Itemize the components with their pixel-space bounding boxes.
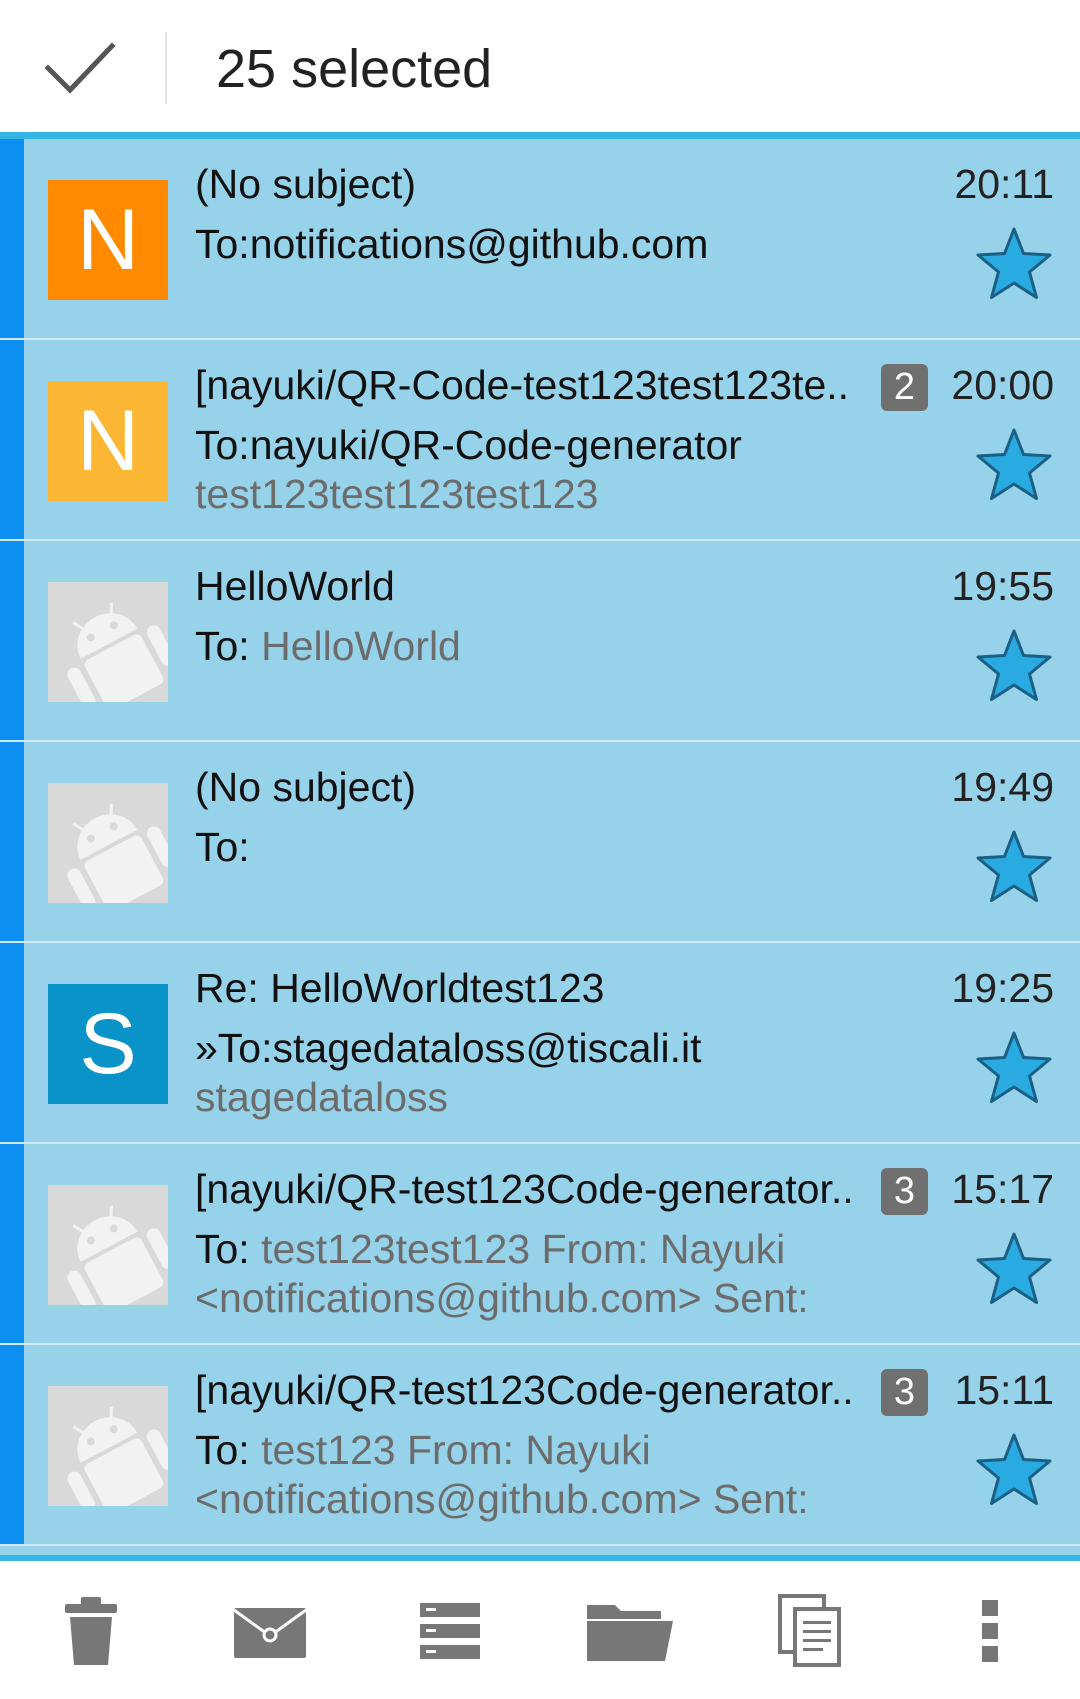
message-time: 15:11 <box>954 1367 1054 1413</box>
message-row[interactable]: (No subject) To: 19:49 <box>0 742 1080 943</box>
message-row[interactable]: [nayuki/QR-test123Code-generator.. To: te… <box>0 1345 1080 1546</box>
star-icon[interactable] <box>974 828 1054 904</box>
action-bar: 25 selected <box>0 0 1080 135</box>
message-recipient: To:notifications@github.com <box>195 219 708 269</box>
recipient-value: stagedataloss@tiscali.it <box>272 1025 702 1071</box>
recipient-label: To: <box>195 623 262 669</box>
message-preview: <notifications@github.com> Sent: <box>195 1275 809 1321</box>
sender-avatar[interactable]: N <box>48 180 168 300</box>
done-button[interactable] <box>30 26 130 110</box>
message-subject: (No subject) <box>195 764 417 810</box>
overflow-menu-icon <box>982 1600 998 1662</box>
message-subject: Re: HelloWorldtest123 <box>195 965 605 1011</box>
thread-count-badge: 3 <box>881 1168 928 1215</box>
sender-avatar[interactable] <box>48 783 168 903</box>
action-bar-divider <box>165 32 167 104</box>
message-recipient: To:nayuki/QR-Code-generator <box>195 420 742 470</box>
message-row[interactable]: N [nayuki/QR-Code-test123test123te.. To:na… <box>0 340 1080 541</box>
recipient-label: To: <box>195 221 250 267</box>
copy-button[interactable] <box>755 1583 865 1679</box>
message-preview: stagedataloss <box>195 1074 449 1120</box>
message-row[interactable]: HelloWorld To: HelloWorld 19:55 <box>0 541 1080 742</box>
star-icon[interactable] <box>974 225 1054 301</box>
thread-count-badge: 3 <box>881 1369 928 1416</box>
selection-indicator <box>0 340 24 539</box>
sender-avatar[interactable] <box>48 582 168 702</box>
sender-avatar[interactable]: S <box>48 984 168 1104</box>
move-to-folder-button[interactable] <box>575 1583 685 1679</box>
message-subject: (No subject) <box>195 161 417 207</box>
recipient-label: To: <box>195 824 250 870</box>
default-avatar-icon <box>48 1386 168 1506</box>
overflow-menu-button[interactable] <box>935 1583 1045 1679</box>
message-subject: [nayuki/QR-test123Code-generator.. <box>195 1166 854 1212</box>
message-time: 15:17 <box>951 1166 1054 1212</box>
list-icon <box>420 1603 480 1659</box>
avatar-letter: S <box>79 996 137 1092</box>
recipient-value: test123 From: Nayuki <box>261 1427 651 1473</box>
star-icon[interactable] <box>974 426 1054 502</box>
message-time: 20:11 <box>954 161 1054 207</box>
selection-indicator <box>0 742 24 941</box>
star-icon[interactable] <box>974 627 1054 703</box>
copy-icon <box>778 1594 841 1667</box>
message-time: 20:00 <box>951 362 1054 408</box>
message-row[interactable]: [nayuki/QR-test123Code-generator.. To: te… <box>0 1144 1080 1345</box>
message-subject: [nayuki/QR-Code-test123test123te.. <box>195 362 850 408</box>
message-row[interactable]: S Re: HelloWorldtest123 »To:stagedataloss@… <box>0 943 1080 1144</box>
message-recipient: To: test123 From: Nayuki <box>195 1425 651 1475</box>
message-time: 19:25 <box>951 965 1054 1011</box>
recipient-label: »To: <box>195 1025 273 1071</box>
message-time: 19:49 <box>951 764 1054 810</box>
message-subject: HelloWorld <box>195 563 395 609</box>
folder-icon <box>587 1605 673 1661</box>
star-icon[interactable] <box>974 1230 1054 1306</box>
mark-read-button[interactable] <box>215 1583 325 1679</box>
avatar-letter: N <box>76 192 140 288</box>
recipient-value: test123test123 From: Nayuki <box>261 1226 786 1272</box>
move-to-list-button[interactable] <box>395 1583 505 1679</box>
recipient-label: To: <box>195 1226 262 1272</box>
star-icon[interactable] <box>974 1431 1054 1507</box>
action-bar-accent-line <box>0 132 1080 139</box>
message-time: 19:55 <box>951 563 1054 609</box>
default-avatar-icon <box>48 783 168 903</box>
message-recipient: »To:stagedataloss@tiscali.it <box>195 1023 702 1073</box>
sender-avatar[interactable] <box>48 1386 168 1506</box>
recipient-value: nayuki/QR-Code-generator <box>249 422 742 468</box>
envelope-icon <box>233 1608 307 1658</box>
star-icon[interactable] <box>974 1029 1054 1105</box>
selection-indicator <box>0 1144 24 1343</box>
recipient-value: notifications@github.com <box>249 221 709 267</box>
message-recipient: To: test123test123 From: Nayuki <box>195 1224 785 1274</box>
selection-indicator <box>0 1345 24 1544</box>
default-avatar-icon <box>48 582 168 702</box>
message-preview: <notifications@github.com> Sent: <box>195 1476 809 1522</box>
mail-app: 25 selected N (No subject) To:notification… <box>0 0 1080 1699</box>
delete-button[interactable] <box>36 1583 146 1679</box>
message-recipient: To: <box>195 822 250 872</box>
recipient-label: To: <box>195 422 250 468</box>
bottom-toolbar <box>0 1561 1080 1699</box>
selected-count: 25 selected <box>216 39 493 99</box>
message-subject: [nayuki/QR-test123Code-generator.. <box>195 1367 854 1413</box>
message-row[interactable]: N (No subject) To:notifications@github.com… <box>0 139 1080 340</box>
sender-avatar[interactable] <box>48 1185 168 1305</box>
thread-count-badge: 2 <box>881 364 928 411</box>
checkmark-icon <box>44 42 116 94</box>
trash-icon <box>65 1597 117 1665</box>
sender-avatar[interactable]: N <box>48 381 168 501</box>
recipient-value: HelloWorld <box>261 623 461 669</box>
avatar-letter: N <box>76 393 140 489</box>
default-avatar-icon <box>48 1185 168 1305</box>
selection-indicator <box>0 943 24 1142</box>
selection-indicator <box>0 139 24 338</box>
recipient-label: To: <box>195 1427 262 1473</box>
selection-indicator <box>0 541 24 740</box>
message-recipient: To: HelloWorld <box>195 621 461 671</box>
message-list[interactable]: N (No subject) To:notifications@github.com… <box>0 139 1080 1558</box>
message-preview: test123test123test123 <box>195 471 599 517</box>
